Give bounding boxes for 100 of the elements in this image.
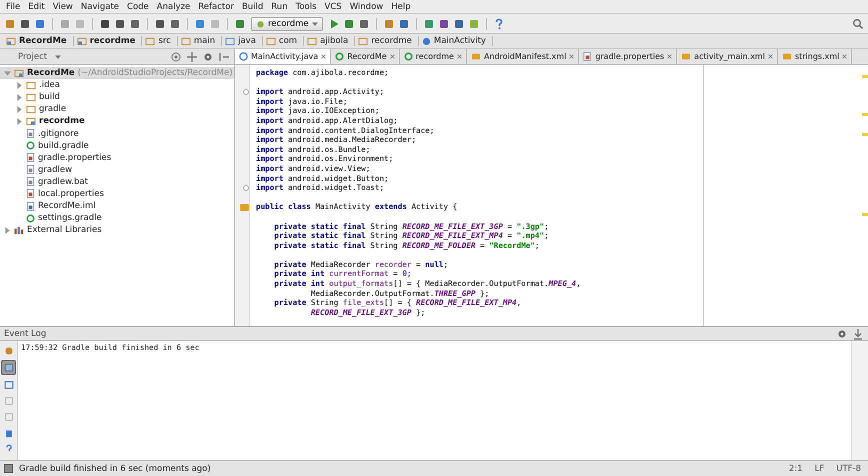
editor-tab[interactable]: gradle.properties [579, 49, 678, 64]
expand-arrow-icon[interactable] [4, 226, 11, 234]
editor-tab[interactable]: RecordMe [331, 49, 400, 64]
expand-arrow-icon[interactable] [16, 118, 23, 125]
breadcrumb-item[interactable]: java [222, 36, 263, 46]
line-separator[interactable]: LF [812, 464, 828, 474]
menu-item[interactable]: Analyze [152, 2, 194, 12]
breadcrumb-item[interactable]: MainActivity [418, 36, 493, 46]
warning-marker[interactable] [862, 133, 868, 136]
close-icon[interactable] [569, 54, 574, 59]
cursor-position[interactable]: 2:1 [786, 464, 806, 474]
tree-item[interactable]: External Libraries [0, 224, 234, 236]
make-icon[interactable] [234, 18, 246, 30]
minimize-icon[interactable] [852, 328, 864, 340]
collapse-icon[interactable] [186, 50, 198, 62]
tree-item[interactable]: gradlew [0, 164, 234, 176]
tree-item[interactable]: gradlew.bat [0, 176, 234, 188]
tree-item[interactable]: .gitignore [0, 127, 234, 140]
tree-item[interactable]: RecordMe (~/AndroidStudioProjects/RecordMe) [0, 67, 234, 80]
save-icon[interactable] [19, 18, 31, 30]
settings-icon[interactable] [202, 50, 214, 62]
expand-arrow-icon[interactable] [16, 82, 23, 89]
folder-icon [26, 116, 36, 126]
warning-marker[interactable] [862, 113, 868, 116]
expand-arrow-icon[interactable] [16, 94, 23, 101]
editor-tab[interactable]: AndroidManifest.xml [466, 49, 580, 64]
tree-item[interactable]: local.properties [0, 188, 234, 200]
tree-item[interactable]: RecordMe.iml [0, 200, 234, 212]
close-icon[interactable] [390, 54, 395, 59]
editor-tab[interactable]: MainActivity.java [235, 49, 332, 64]
menu-item[interactable]: Navigate [76, 2, 124, 12]
search-icon[interactable] [154, 18, 166, 30]
replace-icon[interactable] [169, 18, 181, 30]
menu-item[interactable]: Refactor [194, 2, 238, 12]
expand-arrow-icon[interactable] [4, 70, 11, 77]
android-icon[interactable] [468, 18, 480, 30]
undo-icon[interactable] [59, 18, 71, 30]
copy-icon[interactable] [114, 18, 126, 30]
menu-item[interactable]: Tools [292, 2, 321, 12]
menu-item[interactable]: Help [387, 2, 415, 12]
paste-icon[interactable] [129, 18, 141, 30]
editor-tab[interactable]: activity_main.xml [677, 49, 778, 64]
tree-item[interactable]: gradle [0, 103, 234, 116]
tree-item[interactable]: recordme [0, 115, 234, 128]
project-view-dropdown[interactable]: Project [18, 52, 62, 62]
run-config-dropdown[interactable]: recordme [251, 16, 323, 30]
hide-icon[interactable] [218, 50, 230, 62]
target-icon[interactable] [170, 50, 182, 62]
menu-item[interactable]: VCS [320, 2, 346, 12]
editor-tab[interactable]: recordme [400, 49, 467, 64]
structure-icon[interactable] [398, 18, 410, 30]
breadcrumb-item[interactable]: com [262, 36, 304, 46]
layout-marker-icon[interactable] [240, 204, 249, 211]
debug-icon[interactable] [342, 18, 355, 30]
settings-icon[interactable] [836, 328, 848, 340]
close-icon[interactable] [667, 54, 672, 59]
breadcrumb-item[interactable]: ajibola [304, 36, 356, 46]
avd-icon[interactable] [438, 18, 450, 30]
expand-arrow-icon[interactable] [16, 106, 23, 113]
back-icon[interactable] [194, 18, 206, 30]
warning-marker[interactable] [862, 213, 868, 216]
tree-item[interactable]: settings.gradle [0, 212, 234, 224]
tree-item[interactable]: gradle.properties [0, 152, 234, 164]
close-icon[interactable] [321, 54, 326, 59]
breadcrumb-item[interactable]: main [178, 36, 222, 46]
close-icon[interactable] [842, 54, 848, 59]
sdkm-icon[interactable] [452, 18, 465, 30]
tree-item[interactable]: build [0, 91, 234, 104]
sdk-icon[interactable] [382, 18, 395, 30]
breadcrumb-item[interactable]: recordme [355, 36, 419, 46]
scrollbar-track[interactable] [851, 341, 868, 460]
menu-item[interactable]: Run [267, 2, 292, 12]
log-tool-button[interactable] [2, 378, 15, 391]
search-icon[interactable] [852, 18, 864, 30]
attach-icon[interactable] [358, 18, 370, 30]
breadcrumb-item[interactable]: src [142, 36, 178, 46]
panel-toggle-icon[interactable] [4, 464, 13, 473]
sync2-icon[interactable] [422, 18, 435, 30]
close-icon[interactable] [456, 54, 462, 59]
log-tool-button[interactable] [1, 360, 16, 375]
warning-marker[interactable] [862, 75, 868, 78]
folder-icon [358, 36, 368, 46]
breadcrumb-item[interactable]: recordme [74, 36, 142, 46]
menu-item[interactable]: Code [123, 2, 153, 12]
menu-item[interactable]: File [2, 2, 24, 12]
menu-item[interactable]: Window [346, 2, 388, 12]
file-encoding[interactable]: UTF-8 [833, 464, 864, 474]
menu-item[interactable]: Edit [24, 2, 49, 12]
menu-item[interactable]: Build [238, 2, 268, 12]
tree-item[interactable]: build.gradle [0, 140, 234, 152]
editor-tab[interactable]: strings.xml [778, 49, 852, 64]
tree-item[interactable]: .idea [0, 79, 234, 92]
menu-item[interactable]: View [48, 2, 77, 12]
cut-icon[interactable] [99, 18, 111, 30]
fold-icon[interactable] [243, 184, 249, 191]
sync-icon[interactable] [34, 18, 46, 30]
fold-icon[interactable] [243, 88, 249, 95]
breadcrumb-item[interactable]: RecordMe [3, 36, 74, 46]
help-icon[interactable] [492, 18, 505, 30]
close-icon[interactable] [768, 54, 773, 59]
